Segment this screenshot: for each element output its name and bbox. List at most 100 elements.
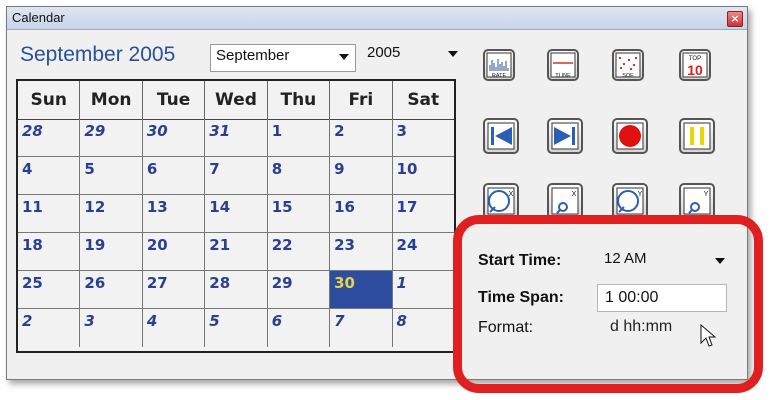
- day-cell[interactable]: 2: [18, 309, 81, 347]
- svg-text:Y: Y: [704, 191, 709, 198]
- day-cell[interactable]: 22: [268, 233, 331, 270]
- week-row: 11 12 13 14 15 16 17: [18, 195, 454, 233]
- tline-button[interactable]: TLINE: [547, 49, 579, 81]
- day-cell[interactable]: 20: [143, 233, 206, 270]
- day-cell[interactable]: 31: [205, 119, 268, 156]
- skip-back-icon: [487, 122, 515, 150]
- day-cell[interactable]: 19: [80, 233, 143, 270]
- skip-forward-button[interactable]: [547, 118, 583, 154]
- week-row: 18 19 20 21 22 23 24: [18, 233, 454, 271]
- zoom-y-in-icon: Y: [616, 187, 644, 215]
- day-cell[interactable]: 7: [205, 157, 268, 194]
- svg-text:X: X: [509, 191, 514, 198]
- day-cell[interactable]: 13: [143, 195, 206, 232]
- scatter-icon: SOE: [615, 52, 641, 79]
- day-cell[interactable]: 28: [18, 119, 81, 156]
- week-row: 2345678: [18, 309, 454, 347]
- start-time-label: Start Time:: [478, 252, 562, 269]
- record-icon: [616, 122, 644, 150]
- calendar-grid: Sun Mon Tue Wed Thu Fri Sat 28 29 30 31 1 2 3 4 5 6 7 8 9 1…: [16, 79, 456, 353]
- day-cell[interactable]: 30: [143, 119, 206, 156]
- day-cell[interactable]: 3: [393, 119, 454, 156]
- day-cell[interactable]: 29: [80, 119, 143, 156]
- day-cell[interactable]: 21: [205, 233, 268, 270]
- weekday-header-cell: Tue: [143, 81, 206, 119]
- timeline-icon: TLINE: [550, 52, 576, 79]
- day-cell[interactable]: 9: [330, 157, 393, 194]
- day-cell[interactable]: 29: [268, 271, 331, 308]
- top-number: 10: [687, 62, 703, 78]
- day-cell[interactable]: 27: [143, 271, 206, 308]
- month-dropdown-value: September: [216, 47, 290, 64]
- top10-icon: TOP 10: [682, 52, 708, 78]
- pause-icon: [683, 122, 711, 150]
- day-cell[interactable]: 7: [330, 309, 393, 347]
- mouse-cursor-icon: [700, 324, 716, 347]
- year-dropdown-value: 2005: [367, 44, 401, 61]
- top10-button[interactable]: TOP 10: [679, 49, 711, 81]
- day-cell[interactable]: 8: [393, 309, 454, 347]
- selected-day-cell[interactable]: 30: [330, 271, 393, 308]
- chevron-down-icon: [448, 51, 458, 57]
- record-button[interactable]: [612, 118, 648, 154]
- chevron-down-icon: [715, 258, 725, 264]
- zoom-x-out-icon: X: [551, 187, 579, 215]
- close-button[interactable]: ×: [727, 11, 743, 27]
- day-cell[interactable]: 28: [205, 271, 268, 308]
- day-cell[interactable]: 6: [143, 157, 206, 194]
- month-dropdown[interactable]: September: [210, 44, 356, 72]
- week-row: 28 29 30 31 1 2 3: [18, 119, 454, 157]
- format-value: d hh:mm: [610, 318, 673, 335]
- svg-text:X: X: [572, 191, 577, 198]
- day-cell[interactable]: 2: [330, 119, 393, 156]
- year-dropdown[interactable]: 2005: [362, 42, 464, 70]
- zoom-y-out-button[interactable]: Y: [679, 183, 715, 219]
- day-cell[interactable]: 14: [205, 195, 268, 232]
- day-cell[interactable]: 1: [268, 119, 331, 156]
- day-cell[interactable]: 5: [80, 157, 143, 194]
- start-time-dropdown[interactable]: 12 AM: [597, 246, 731, 274]
- weekday-header-cell: Mon: [80, 81, 143, 119]
- zoom-x-out-button[interactable]: X: [547, 183, 583, 219]
- day-cell[interactable]: 5: [205, 309, 268, 347]
- skip-back-button[interactable]: [483, 118, 519, 154]
- day-cell[interactable]: 10: [393, 157, 454, 194]
- day-cell[interactable]: 11: [18, 195, 81, 232]
- month-year-title: September 2005: [20, 43, 176, 66]
- weekday-header: Sun Mon Tue Wed Thu Fri Sat: [18, 81, 454, 120]
- time-span-input[interactable]: 1 00:00: [597, 284, 727, 312]
- day-cell[interactable]: 12: [80, 195, 143, 232]
- day-cell[interactable]: 23: [330, 233, 393, 270]
- day-cell[interactable]: 17: [393, 195, 454, 232]
- day-cell[interactable]: 6: [268, 309, 331, 347]
- day-cell[interactable]: 4: [18, 157, 81, 194]
- title-bar[interactable]: Calendar ×: [7, 7, 747, 30]
- zoom-x-in-icon: X: [487, 187, 515, 215]
- day-cell[interactable]: 24: [393, 233, 454, 270]
- zoom-x-in-button[interactable]: X: [483, 183, 519, 219]
- rate-label: RATE: [492, 73, 507, 79]
- weekday-header-cell: Fri: [330, 81, 393, 119]
- day-cell[interactable]: 3: [80, 309, 143, 347]
- weekday-header-cell: Wed: [205, 81, 268, 119]
- day-cell[interactable]: 4: [143, 309, 206, 347]
- week-row: 25 26 27 28 29 30 1: [18, 271, 454, 309]
- tline-label: TLINE: [555, 73, 571, 79]
- day-cell[interactable]: 16: [330, 195, 393, 232]
- day-cell[interactable]: 26: [80, 271, 143, 308]
- window-title: Calendar: [12, 10, 65, 25]
- soe-button[interactable]: SOE: [612, 49, 644, 81]
- soe-label: SOE: [622, 73, 634, 79]
- day-cell[interactable]: 25: [18, 271, 81, 308]
- day-cell[interactable]: 8: [268, 157, 331, 194]
- pause-button[interactable]: [679, 118, 715, 154]
- day-cell[interactable]: 15: [268, 195, 331, 232]
- zoom-y-in-button[interactable]: Y: [612, 183, 648, 219]
- day-cell[interactable]: 1: [393, 271, 454, 308]
- skip-forward-icon: [551, 122, 579, 150]
- zoom-y-out-icon: Y: [683, 187, 711, 215]
- rate-button[interactable]: RATE: [483, 49, 515, 81]
- start-time-value: 12 AM: [604, 250, 647, 267]
- time-span-label: Time Span:: [478, 289, 564, 306]
- day-cell[interactable]: 18: [18, 233, 81, 270]
